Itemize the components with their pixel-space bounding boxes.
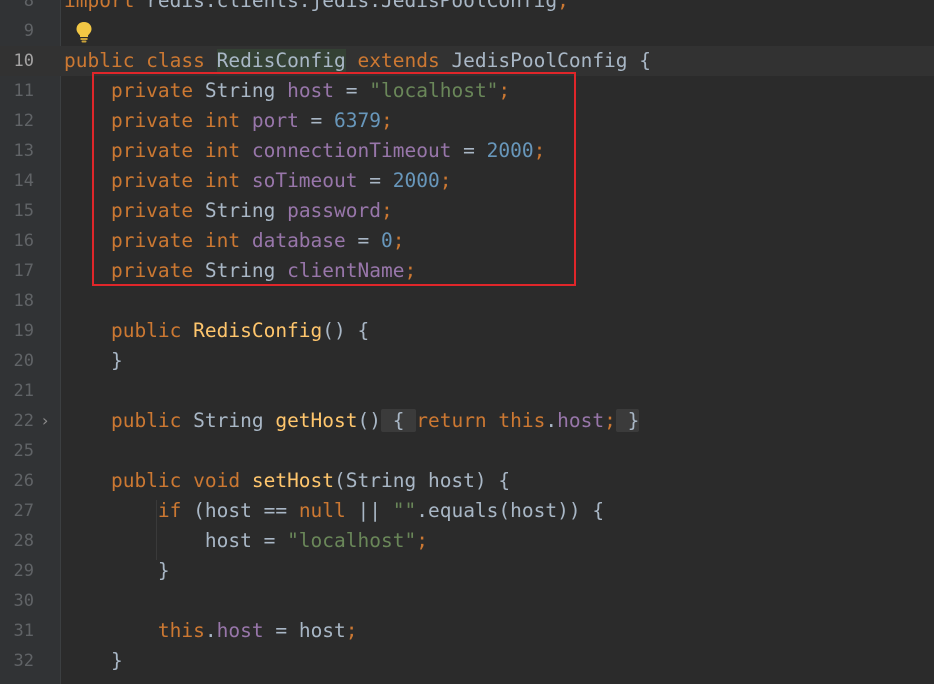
code-token: import [64, 0, 147, 12]
code-token: } [64, 559, 170, 582]
code-token: return this [416, 409, 546, 432]
code-token: || [345, 499, 393, 522]
code-line[interactable]: 27 if (host == null || "".equals(host)) … [0, 496, 934, 526]
line-number: 8 [23, 0, 34, 11]
code-line[interactable]: 9 [0, 16, 934, 46]
line-number: 15 [13, 201, 34, 221]
line-number: 9 [23, 21, 34, 41]
code-token: ; [345, 619, 358, 642]
line-number: 17 [13, 261, 34, 281]
code-token: String [193, 409, 276, 432]
code-token: getHost [275, 409, 358, 432]
code-line[interactable]: 31 this.host = host; [0, 616, 934, 646]
code-token: { [381, 409, 417, 432]
code-token: null [298, 499, 346, 522]
code-text[interactable]: } [64, 346, 123, 376]
code-text[interactable]: } [64, 646, 123, 676]
code-token: setHost [251, 469, 335, 492]
code-editor[interactable]: 8 import redis.clients.jedis.JedisPoolCon… [0, 0, 934, 684]
code-text[interactable]: public RedisConfig() { [64, 316, 369, 346]
code-token: } [64, 349, 123, 372]
line-number: 32 [13, 651, 34, 671]
code-token: } [615, 409, 640, 432]
line-number: 20 [13, 351, 34, 371]
code-text[interactable]: host = "localhost"; [64, 526, 428, 556]
code-token: . [545, 409, 558, 432]
code-token: = host [263, 619, 346, 642]
code-token: this [64, 619, 205, 642]
line-number: 25 [13, 441, 34, 461]
code-token: redis.clients.jedis.JedisPoolConfig [146, 0, 558, 12]
line-number: 28 [13, 531, 34, 551]
code-line[interactable]: 18 [0, 286, 934, 316]
lightbulb-icon[interactable] [74, 20, 94, 44]
code-line[interactable]: 22 public String getHost() { return this… [0, 406, 934, 436]
code-token: JedisPoolConfig { [451, 49, 652, 72]
line-number: 22 [13, 411, 34, 431]
code-token: ; [604, 409, 616, 432]
fields-highlight-box [92, 72, 576, 286]
line-number: 11 [13, 81, 34, 101]
code-token: .equals(host)) { [416, 499, 605, 522]
code-token: () [357, 409, 381, 432]
code-token: "localhost" [287, 529, 417, 552]
code-token: extends [345, 49, 452, 72]
code-text[interactable]: public String getHost() { return this.ho… [64, 406, 640, 436]
code-token: ; [416, 529, 428, 552]
code-line[interactable]: 20 } [0, 346, 934, 376]
line-number: 31 [13, 621, 34, 641]
indent-guide [156, 500, 157, 560]
code-token: public [64, 409, 194, 432]
line-number: 30 [13, 591, 34, 611]
code-line[interactable]: 29 } [0, 556, 934, 586]
code-token: public [64, 319, 194, 342]
line-number: 10 [13, 51, 34, 71]
code-token: public void [64, 469, 252, 492]
code-token: . [204, 619, 217, 642]
code-text[interactable]: this.host = host; [64, 616, 358, 646]
line-number: 27 [13, 501, 34, 521]
code-token: host = [64, 529, 288, 552]
code-line[interactable]: 19 public RedisConfig() { [0, 316, 934, 346]
code-text[interactable]: import redis.clients.jedis.JedisPoolConf… [64, 0, 569, 16]
line-number: 26 [13, 471, 34, 491]
code-token: ; [557, 0, 569, 12]
code-text[interactable]: } [64, 556, 170, 586]
code-token: (host == [193, 499, 299, 522]
line-number: 21 [13, 381, 34, 401]
line-number: 13 [13, 141, 34, 161]
line-number: 12 [13, 111, 34, 131]
code-token: host [557, 409, 605, 432]
code-line[interactable]: 21 [0, 376, 934, 406]
line-number: 16 [13, 231, 34, 251]
code-token: } [64, 649, 123, 672]
code-line[interactable]: 30 [0, 586, 934, 616]
code-text[interactable]: public void setHost(String host) { [64, 466, 510, 496]
code-token: RedisConfig [193, 319, 323, 342]
code-line[interactable]: 25 [0, 436, 934, 466]
line-number: 18 [13, 291, 34, 311]
code-text[interactable]: if (host == null || "".equals(host)) { [64, 496, 604, 526]
code-token: (String host) { [334, 469, 511, 492]
code-line[interactable]: 32 } [0, 646, 934, 676]
code-line[interactable]: 26 public void setHost(String host) { [0, 466, 934, 496]
code-token: "" [392, 499, 417, 522]
code-line[interactable]: 28 host = "localhost"; [0, 526, 934, 556]
code-token: () { [322, 319, 370, 342]
code-token: if [64, 499, 194, 522]
code-token: host [216, 619, 264, 642]
code-line[interactable]: 8 import redis.clients.jedis.JedisPoolCon… [0, 0, 934, 16]
code-token: public class [64, 49, 217, 72]
chevron-right-icon[interactable]: › [42, 409, 56, 433]
line-number: 19 [13, 321, 34, 341]
line-number: 29 [13, 561, 34, 581]
line-number: 14 [13, 171, 34, 191]
code-token: RedisConfig [216, 49, 346, 72]
